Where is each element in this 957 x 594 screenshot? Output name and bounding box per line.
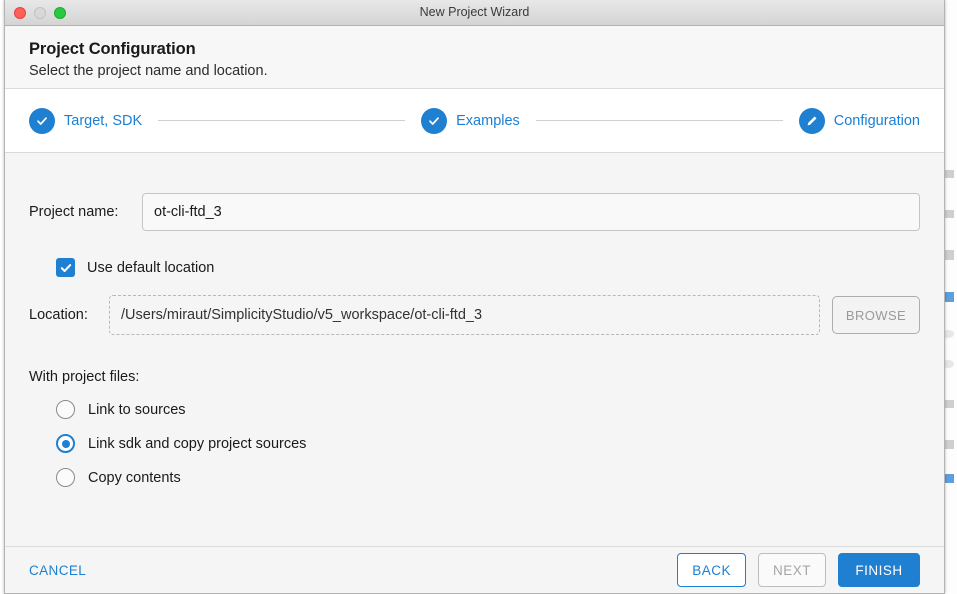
radio-button-unselected[interactable] [56, 400, 75, 419]
background-window-strip [944, 474, 954, 483]
background-window-strip [944, 210, 954, 218]
radio-label-link-sdk-copy-sources: Link sdk and copy project sources [88, 435, 307, 452]
window-title: New Project Wizard [419, 5, 530, 19]
window-titlebar[interactable]: New Project Wizard [5, 0, 944, 26]
location-input: /Users/miraut/SimplicityStudio/v5_worksp… [109, 295, 820, 335]
cancel-button[interactable]: CANCEL [29, 563, 86, 578]
browse-button: BROWSE [832, 296, 920, 334]
radio-option-link-sdk-copy-sources[interactable]: Link sdk and copy project sources [56, 434, 920, 453]
background-window-strip [944, 440, 954, 449]
background-window-strip [944, 400, 954, 408]
background-window-strip [944, 250, 954, 260]
step-label-target-sdk: Target, SDK [64, 112, 143, 129]
dialog-header: Project Configuration Select the project… [5, 26, 944, 89]
project-name-label: Project name: [29, 204, 119, 220]
desktop-backdrop: New Project Wizard Project Configuration… [0, 0, 957, 594]
radio-option-link-to-sources[interactable]: Link to sources [56, 400, 920, 419]
radio-label-link-to-sources: Link to sources [88, 401, 186, 418]
radio-label-copy-contents: Copy contents [88, 469, 181, 486]
radio-option-copy-contents[interactable]: Copy contents [56, 468, 920, 487]
step-connector-1 [158, 120, 406, 121]
step-configuration[interactable]: Configuration [798, 107, 920, 134]
next-button: NEXT [757, 553, 826, 587]
check-icon [421, 107, 448, 134]
radio-button-selected[interactable] [56, 434, 75, 453]
use-default-location-row[interactable]: Use default location [56, 258, 920, 277]
check-icon [29, 107, 55, 134]
dialog-footer: CANCEL BACK NEXT FINISH [5, 546, 944, 593]
new-project-wizard-dialog: New Project Wizard Project Configuration… [4, 0, 945, 594]
step-examples[interactable]: Examples [421, 107, 520, 134]
location-row: Location: /Users/miraut/SimplicityStudio… [29, 295, 920, 335]
page-title: Project Configuration [29, 40, 196, 58]
step-label-examples: Examples [456, 112, 520, 129]
page-subtitle: Select the project name and location. [29, 63, 268, 79]
project-name-row: Project name: ot-cli-ftd_3 [29, 153, 920, 231]
use-default-location-checkbox[interactable] [56, 258, 75, 277]
use-default-location-label: Use default location [87, 259, 215, 276]
pencil-icon [798, 107, 825, 134]
step-label-configuration: Configuration [833, 112, 920, 129]
project-name-input[interactable]: ot-cli-ftd_3 [142, 193, 920, 231]
wizard-step-indicator: Target, SDK Examples Configuration [5, 89, 944, 153]
step-target-sdk[interactable]: Target, SDK [29, 107, 143, 134]
step-connector-2 [535, 120, 783, 121]
radio-button-unselected[interactable] [56, 468, 75, 487]
project-files-group-label: With project files: [29, 369, 140, 385]
background-window-strip [944, 170, 954, 178]
background-window-strip [944, 292, 954, 302]
location-label: Location: [29, 307, 88, 323]
finish-button[interactable]: FINISH [838, 553, 920, 587]
project-configuration-form: Project name: ot-cli-ftd_3 Use default l… [5, 153, 944, 546]
back-button[interactable]: BACK [677, 553, 746, 587]
